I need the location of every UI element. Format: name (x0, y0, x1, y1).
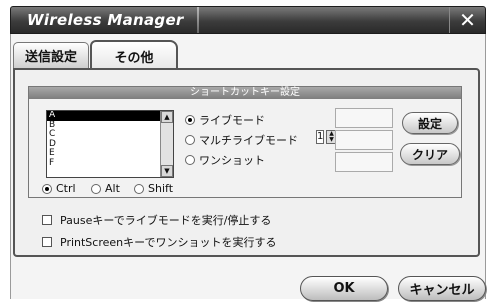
multi-live-key-field (335, 130, 393, 150)
multi-count-input[interactable]: 1 (316, 130, 324, 144)
radio-icon[interactable] (91, 183, 101, 194)
ok-button[interactable]: OK (300, 276, 388, 301)
radio-icon[interactable] (185, 115, 195, 125)
key-listbox[interactable]: A B C D E F ▲ ▼ (46, 110, 174, 178)
list-item[interactable]: D (47, 139, 173, 150)
ok-button-label: OK (333, 281, 355, 296)
checkbox-icon[interactable] (42, 237, 52, 247)
live-key-field (335, 108, 393, 128)
modifier-label: Shift (148, 182, 174, 195)
oneshot-key-field (335, 152, 393, 172)
list-item[interactable]: F (47, 158, 173, 169)
modifier-label: Ctrl (56, 182, 76, 195)
cancel-button[interactable]: キャンセル (398, 276, 486, 301)
list-item[interactable]: E (47, 148, 173, 159)
title-bar: Wireless Manager ✕ (10, 6, 486, 34)
scroll-up-icon[interactable]: ▲ (161, 111, 173, 123)
list-item[interactable]: B (47, 120, 173, 131)
mode-multi-live[interactable]: マルチライブモード (185, 132, 298, 148)
listbox-scrollbar[interactable]: ▲ ▼ (160, 111, 173, 177)
close-icon: ✕ (459, 8, 476, 32)
cancel-button-label: キャンセル (409, 283, 475, 298)
mode-label: ワンショット (199, 154, 265, 167)
tab-label: その他 (114, 50, 154, 66)
list-item[interactable]: A (47, 111, 173, 121)
option-label: PrintScreenキーでワンショットを実行する (60, 236, 277, 249)
modifier-label: Alt (105, 182, 120, 195)
option-label: Pauseキーでライブモードを実行/停止する (60, 214, 272, 227)
tab-other[interactable]: その他 (90, 40, 178, 70)
mode-label: ライブモード (199, 114, 265, 127)
tab-label: 送信設定 (24, 50, 77, 65)
tab-send-settings[interactable]: 送信設定 (13, 42, 89, 68)
window-title: Wireless Manager (27, 11, 184, 29)
clear-button[interactable]: クリア (400, 143, 460, 165)
mode-label: マルチライブモード (199, 134, 298, 147)
radio-icon[interactable] (185, 135, 195, 145)
modifier-shift[interactable]: Shift (134, 182, 173, 195)
mode-oneshot[interactable]: ワンショット (185, 152, 265, 168)
group-title: ショートカットキー設定 (29, 87, 461, 99)
title-separator (197, 7, 199, 33)
checkbox-icon[interactable] (42, 215, 52, 225)
modifier-alt[interactable]: Alt (91, 182, 120, 195)
radio-icon[interactable] (185, 155, 195, 165)
option-pause-key[interactable]: Pauseキーでライブモードを実行/停止する (42, 212, 271, 228)
scroll-down-icon[interactable]: ▼ (161, 165, 173, 177)
close-button[interactable]: ✕ (449, 7, 485, 33)
mode-live[interactable]: ライブモード (185, 112, 265, 128)
set-button-label: 設定 (417, 116, 442, 131)
set-button[interactable]: 設定 (402, 112, 458, 134)
modifier-ctrl[interactable]: Ctrl (42, 182, 76, 195)
clear-button-label: クリア (411, 147, 448, 162)
radio-icon[interactable] (42, 183, 52, 194)
radio-icon[interactable] (134, 183, 144, 194)
option-printscreen-key[interactable]: PrintScreenキーでワンショットを実行する (42, 234, 276, 250)
list-item[interactable]: C (47, 129, 173, 140)
